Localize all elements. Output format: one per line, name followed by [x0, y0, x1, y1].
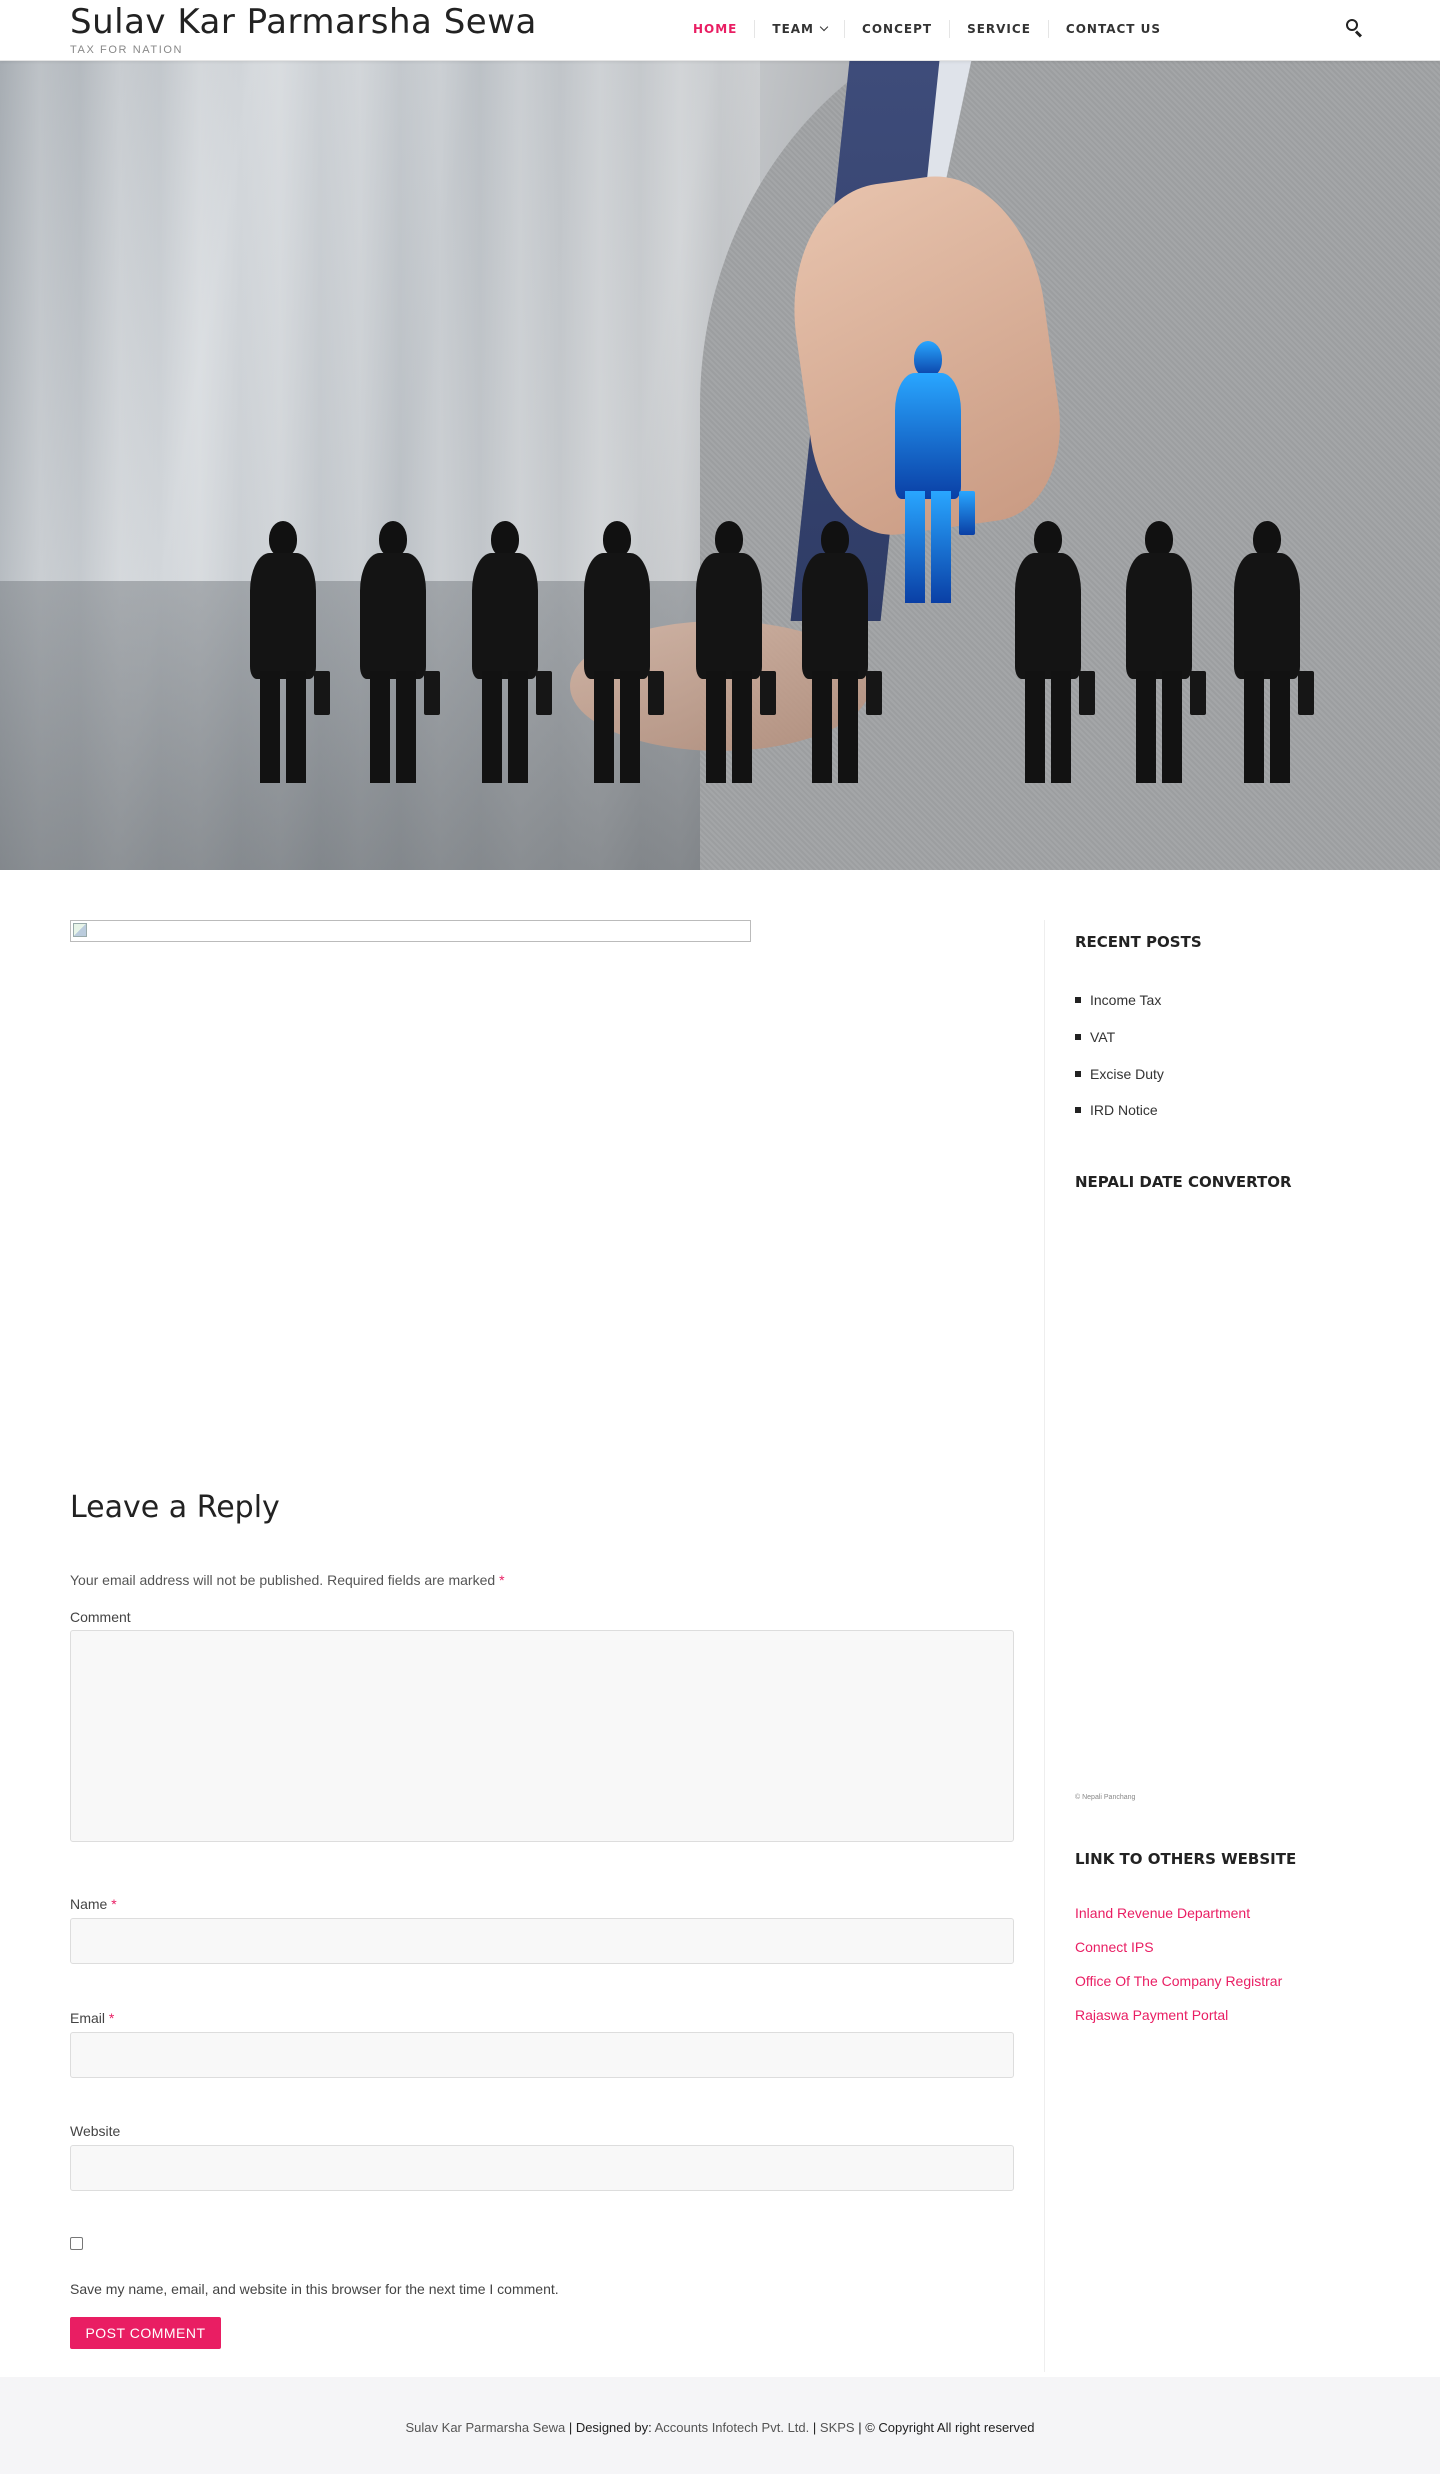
footer-credits: Sulav Kar Parmarsha Sewa | Designed by: …	[0, 2420, 1440, 2435]
person-silhouette	[792, 521, 882, 783]
recent-post-label: IRD Notice	[1090, 1102, 1158, 1118]
person-silhouette	[1005, 521, 1095, 783]
highlighted-person-silhouette	[885, 341, 975, 603]
link-rajaswa-portal[interactable]: Rajaswa Payment Portal	[1075, 2007, 1228, 2023]
hero-banner-image	[0, 61, 1440, 870]
broken-image	[70, 920, 751, 942]
email-input[interactable]	[70, 2032, 1014, 2078]
required-mark: *	[108, 2010, 115, 2026]
link-company-registrar[interactable]: Office Of The Company Registrar	[1075, 1973, 1282, 1989]
recent-post-label: VAT	[1090, 1029, 1116, 1045]
bullet-icon	[1075, 1107, 1081, 1113]
bullet-icon	[1075, 1071, 1081, 1077]
footer-short-name[interactable]: SKPS	[820, 2420, 855, 2435]
person-silhouette	[350, 521, 440, 783]
site-branding: Sulav Kar Parmarsha Sewa TAX FOR NATION	[70, 2, 537, 56]
recent-post-item[interactable]: VAT	[1075, 1029, 1115, 1045]
broken-image-icon	[73, 923, 87, 937]
recent-post-label: Excise Duty	[1090, 1066, 1164, 1082]
site-title[interactable]: Sulav Kar Parmarsha Sewa	[70, 2, 537, 42]
footer-copyright: | © Copyright All right reserved	[858, 2420, 1035, 2435]
site-header: Sulav Kar Parmarsha Sewa TAX FOR NATION …	[0, 0, 1440, 61]
main-nav: HOME TEAM CONCEPT SERVICE CONTACT US	[676, 20, 1178, 38]
search-icon[interactable]	[1346, 19, 1364, 38]
website-input[interactable]	[70, 2145, 1014, 2191]
person-silhouette	[240, 521, 330, 783]
date-convertor-credit[interactable]: © Nepali Panchang	[1075, 1794, 1135, 1801]
post-comment-button[interactable]: POST COMMENT	[70, 2317, 221, 2349]
recent-posts-title: RECENT POSTS	[1075, 933, 1202, 951]
site-footer: Sulav Kar Parmarsha Sewa | Designed by: …	[0, 2377, 1440, 2474]
bullet-icon	[1075, 1034, 1081, 1040]
comment-notes: Your email address will not be published…	[70, 1572, 505, 1588]
footer-designer-link[interactable]: Accounts Infotech Pvt. Ltd.	[655, 2420, 810, 2435]
recent-post-label: Income Tax	[1090, 992, 1162, 1008]
sidebar: RECENT POSTS Income Tax VAT Excise Duty …	[1044, 920, 1380, 2372]
search-handle	[1354, 30, 1363, 38]
nav-service[interactable]: SERVICE	[949, 20, 1048, 38]
email-label: Email *	[70, 2010, 114, 2026]
comment-notes-text: Your email address will not be published…	[70, 1572, 496, 1588]
person-silhouette	[686, 521, 776, 783]
name-input[interactable]	[70, 1918, 1014, 1964]
comment-textarea[interactable]	[70, 1630, 1014, 1842]
site-tagline: TAX FOR NATION	[70, 44, 184, 56]
footer-separator: |	[812, 2420, 817, 2435]
nav-team[interactable]: TEAM	[754, 20, 844, 38]
person-silhouette	[574, 521, 664, 783]
nav-contact-us[interactable]: CONTACT US	[1047, 20, 1178, 38]
comment-label: Comment	[70, 1609, 131, 1625]
bullet-icon	[1075, 997, 1081, 1003]
reply-title: Leave a Reply	[70, 1490, 280, 1525]
footer-site-name[interactable]: Sulav Kar Parmarsha Sewa	[406, 2420, 566, 2435]
name-label: Name *	[70, 1896, 117, 1912]
footer-designed-by: | Designed by:	[568, 2420, 652, 2435]
save-info-label: Save my name, email, and website in this…	[70, 2281, 559, 2297]
save-info-checkbox[interactable]	[70, 2237, 83, 2250]
person-silhouette	[462, 521, 552, 783]
link-connect-ips[interactable]: Connect IPS	[1075, 1939, 1154, 1955]
person-silhouette	[1116, 521, 1206, 783]
required-mark: *	[111, 1896, 117, 1912]
recent-post-item[interactable]: Excise Duty	[1075, 1066, 1164, 1082]
name-label-text: Name	[70, 1896, 108, 1912]
nav-concept[interactable]: CONCEPT	[844, 20, 949, 38]
link-inland-revenue[interactable]: Inland Revenue Department	[1075, 1905, 1250, 1921]
chevron-down-icon	[819, 22, 829, 32]
links-title: LINK TO OTHERS WEBSITE	[1075, 1850, 1297, 1868]
email-label-text: Email	[70, 2010, 106, 2026]
website-label: Website	[70, 2123, 121, 2139]
person-silhouette	[1224, 521, 1314, 783]
recent-post-item[interactable]: Income Tax	[1075, 992, 1161, 1008]
nav-team-label: TEAM	[772, 22, 815, 36]
required-mark: *	[499, 1572, 505, 1588]
date-convertor-title: NEPALI DATE CONVERTOR	[1075, 1173, 1292, 1191]
nav-home[interactable]: HOME	[676, 20, 754, 38]
recent-post-item[interactable]: IRD Notice	[1075, 1102, 1158, 1118]
search-lens	[1346, 19, 1358, 31]
